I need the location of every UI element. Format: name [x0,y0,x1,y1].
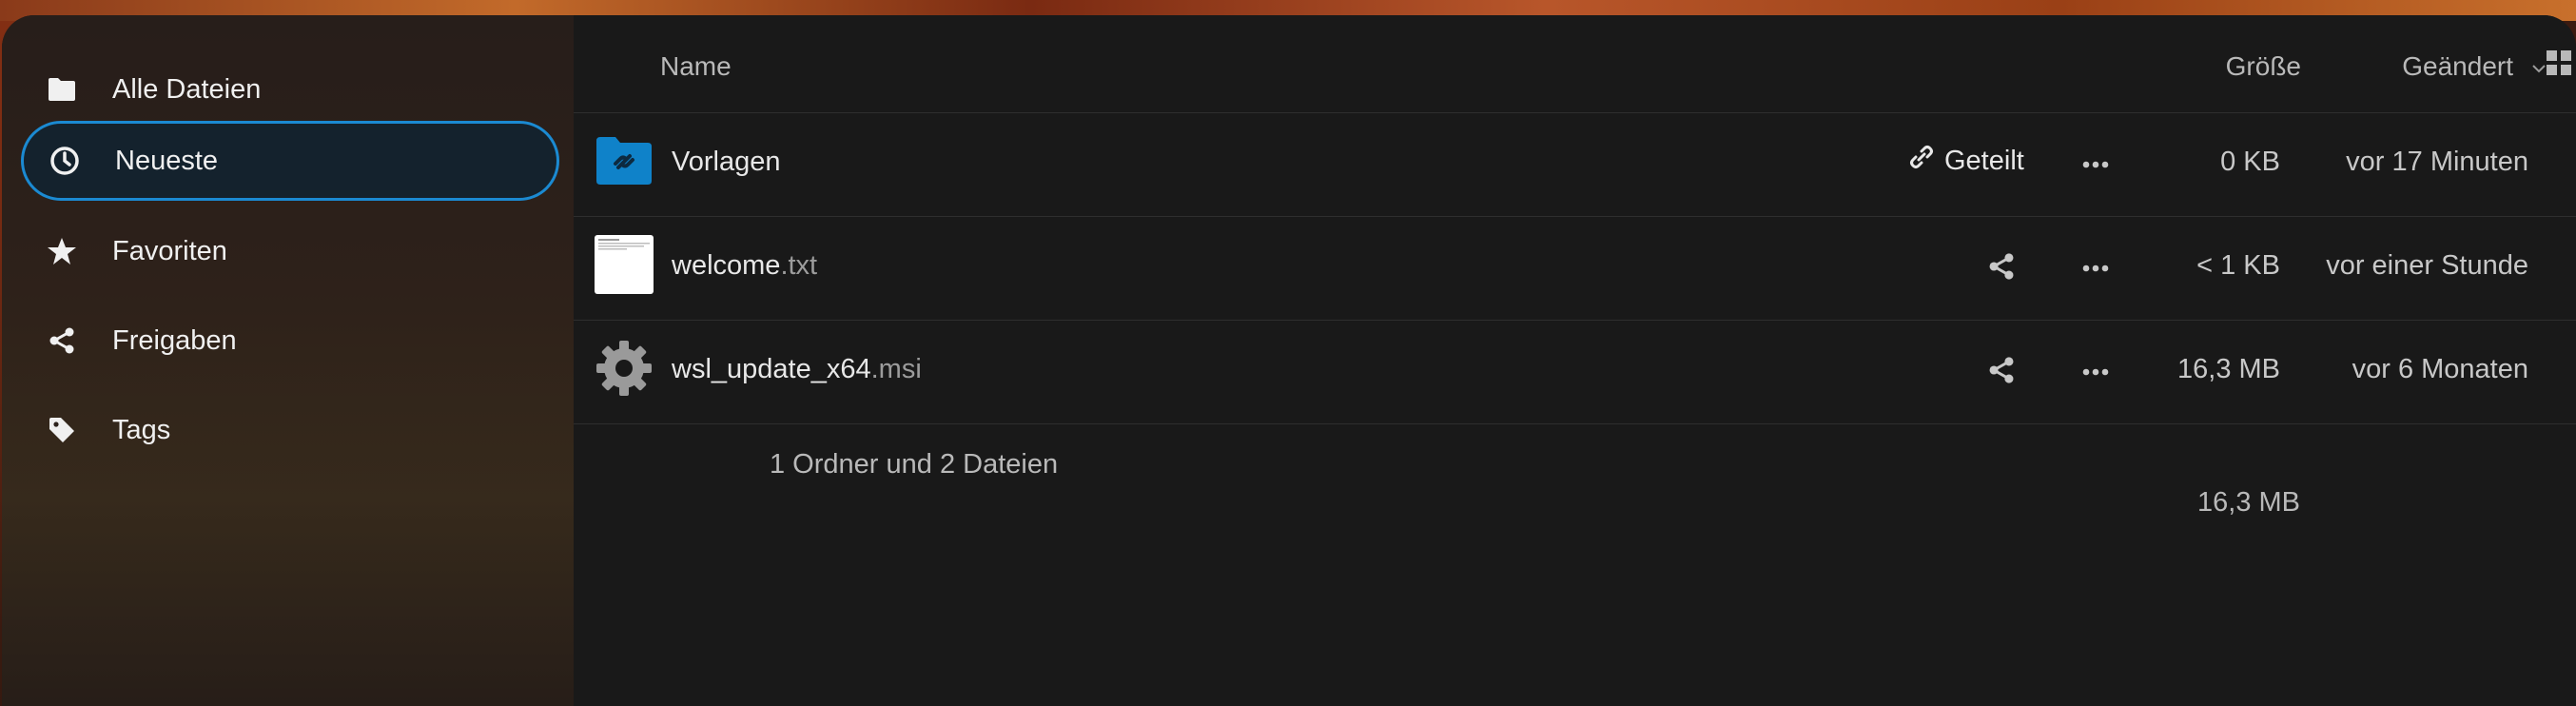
file-name[interactable]: wsl_update_x64.msi [672,354,922,385]
file-size: 16,3 MB [2177,354,2280,384]
table-row[interactable]: welcome.txt < 1 KB vor einer Stunde [574,216,2576,321]
sidebar-item-label: Neueste [115,145,219,176]
sidebar-item-all-files[interactable]: Alle Dateien [21,49,559,129]
file-modified: vor 6 Monaten [2352,354,2528,384]
sidebar-item-favorites[interactable]: Favoriten [21,211,559,291]
file-name[interactable]: welcome.txt [672,250,817,282]
share-icon[interactable] [1985,354,2021,390]
tag-icon [46,414,78,446]
file-list-header: Name Größe Geändert [574,15,2576,113]
sidebar-item-label: Alle Dateien [112,73,262,105]
folder-icon [46,73,78,106]
shared-link-button[interactable]: Geteilt [1908,144,2024,178]
sidebar: Alle Dateien Neueste Favoriten Freigaben [2,15,574,706]
table-row[interactable]: Vorlagen Geteilt 0 KB vor 17 Minuten [574,112,2576,217]
total-size-summary: 16,3 MB [2197,487,2300,518]
sidebar-item-shares[interactable]: Freigaben [21,301,559,381]
sidebar-item-recent[interactable]: Neueste [21,121,559,201]
share-icon[interactable] [1985,250,2021,286]
file-name[interactable]: Vorlagen [672,147,781,178]
shared-folder-icon [595,131,654,190]
column-header-name[interactable]: Name [660,51,732,82]
chevron-down-icon [2532,49,2546,80]
file-list: Name Größe Geändert Vorlagen Geteilt 0 K… [574,15,2576,706]
files-app-window: Alle Dateien Neueste Favoriten Freigaben [2,15,2576,706]
sidebar-item-label: Favoriten [112,235,227,266]
gear-icon [595,339,654,398]
more-actions-icon[interactable] [2077,148,2115,181]
share-icon [46,324,78,357]
grid-view-icon[interactable] [2546,49,2572,83]
sidebar-item-tags[interactable]: Tags [21,390,559,470]
file-count-summary: 1 Ordner und 2 Dateien [770,449,1059,480]
star-icon [46,235,78,267]
column-header-modified[interactable]: Geändert [2402,51,2513,82]
more-actions-icon[interactable] [2077,356,2115,388]
file-modified: vor einer Stunde [2326,250,2528,281]
sidebar-item-label: Tags [112,414,171,445]
column-header-size[interactable]: Größe [2226,51,2301,82]
more-actions-icon[interactable] [2077,252,2115,284]
sidebar-item-label: Freigaben [112,324,237,356]
file-size: < 1 KB [2196,250,2280,281]
file-size: 0 KB [2220,147,2280,177]
table-row[interactable]: wsl_update_x64.msi 16,3 MB vor 6 Monaten [574,320,2576,424]
link-icon [1908,144,1935,178]
file-modified: vor 17 Minuten [2346,147,2528,177]
clock-icon [49,145,81,177]
text-file-icon [595,235,654,294]
